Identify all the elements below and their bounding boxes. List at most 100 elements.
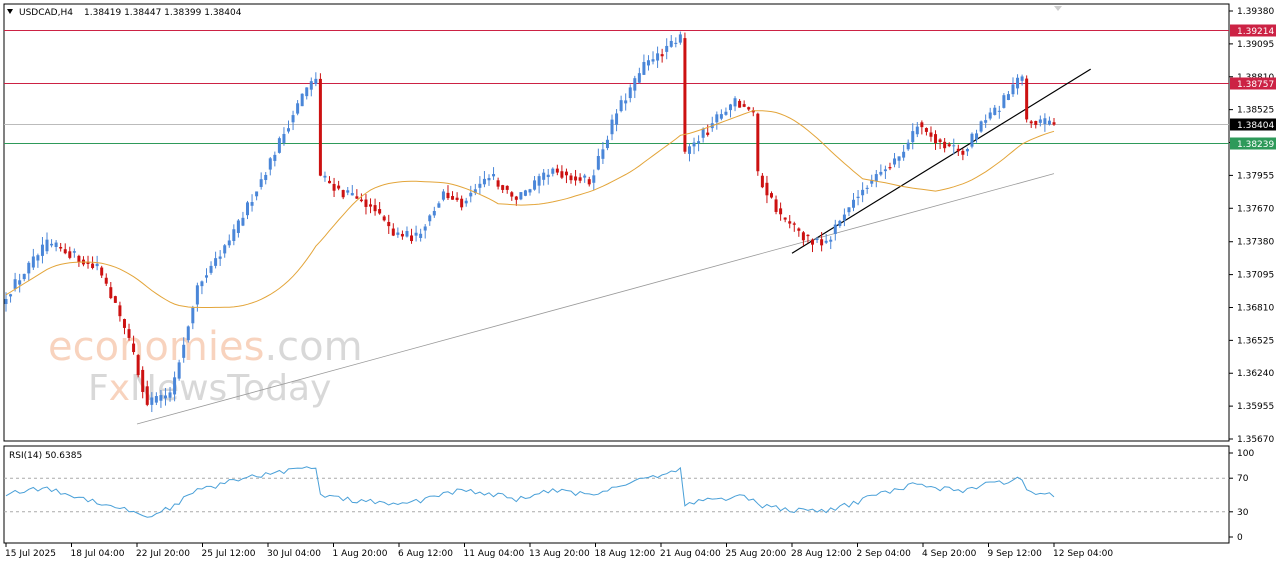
candle-bullish xyxy=(227,240,231,246)
candle-bullish xyxy=(36,255,40,261)
candle-bullish xyxy=(728,104,732,111)
candle-bullish xyxy=(314,78,318,84)
candle-bullish xyxy=(163,395,167,399)
resistance-upper-label: 1.39214 xyxy=(1237,27,1274,37)
candle-bullish xyxy=(906,142,910,150)
candle-bullish xyxy=(902,151,906,158)
candle-bullish xyxy=(414,232,418,236)
candle-bullish xyxy=(674,42,678,44)
candle-bearish xyxy=(961,150,965,155)
candle-bullish xyxy=(842,214,846,221)
candle-bullish xyxy=(984,120,988,123)
candle-bullish xyxy=(50,243,54,246)
candle-bearish xyxy=(760,175,764,188)
price-tick-label: 1.35955 xyxy=(1237,402,1274,412)
price-axis: 1.393801.390951.388101.385251.382401.379… xyxy=(1229,7,1274,445)
candle-bearish xyxy=(100,267,104,276)
candle-bearish xyxy=(373,205,377,212)
candle-bullish xyxy=(255,191,259,197)
candle-bullish xyxy=(861,189,865,196)
symbol-label: USDCAD,H4 xyxy=(19,8,73,18)
candle-bullish xyxy=(615,113,619,125)
candle-bullish xyxy=(656,53,660,61)
candle-bearish xyxy=(578,177,582,181)
candle-bullish xyxy=(204,275,208,278)
candle-bullish xyxy=(975,133,979,140)
candle-bullish xyxy=(13,279,17,289)
candle-bearish xyxy=(460,198,464,208)
candle-bullish xyxy=(291,115,295,123)
candle-bullish xyxy=(95,263,99,267)
candle-bullish xyxy=(54,242,58,247)
candle-bullish xyxy=(893,158,897,165)
candle-bearish xyxy=(341,190,345,198)
candle-bullish xyxy=(168,392,172,398)
candle-bullish xyxy=(296,103,300,114)
candle-bullish xyxy=(45,239,49,252)
candle-bullish xyxy=(865,187,869,189)
candle-bullish xyxy=(815,238,819,240)
candle-bearish xyxy=(391,228,395,236)
candle-bullish xyxy=(592,175,596,183)
candle-bullish xyxy=(159,395,163,401)
candle-bullish xyxy=(469,192,473,197)
candle-bullish xyxy=(701,128,705,138)
price-tick-label: 1.39095 xyxy=(1237,40,1274,50)
time-tick-label: 25 Aug 20:00 xyxy=(726,549,787,559)
candle-bullish xyxy=(687,146,691,154)
candle-bearish xyxy=(788,221,792,224)
watermark: economies.com FxNewsToday xyxy=(48,324,363,409)
candle-bearish xyxy=(63,249,67,254)
candle-bearish xyxy=(68,251,72,258)
candle-bearish xyxy=(132,343,136,353)
candle-bearish xyxy=(569,175,573,181)
candle-bearish xyxy=(1029,121,1033,124)
candle-bullish xyxy=(419,233,423,238)
time-tick-label: 6 Aug 12:00 xyxy=(398,549,453,559)
candle-bullish xyxy=(824,240,828,243)
candle-bearish xyxy=(943,141,947,149)
candle-bullish xyxy=(428,215,432,222)
candle-bullish xyxy=(18,280,22,285)
candle-bullish xyxy=(214,258,218,266)
candle-bullish xyxy=(583,175,587,178)
candle-bullish xyxy=(259,179,263,187)
price-tick-label: 1.36525 xyxy=(1237,336,1274,346)
candle-bullish xyxy=(915,126,919,135)
candle-bullish xyxy=(268,158,272,170)
candle-bullish xyxy=(277,138,281,153)
candle-bearish xyxy=(332,183,336,191)
candle-bearish xyxy=(359,199,363,202)
candle-bullish xyxy=(195,285,199,305)
candle-bearish xyxy=(801,232,805,241)
candle-bullish xyxy=(241,217,245,226)
candle-bullish xyxy=(396,232,400,235)
candle-bullish xyxy=(715,114,719,123)
candle-bullish xyxy=(952,145,956,147)
watermark-economies: economies xyxy=(48,324,264,370)
candle-bearish xyxy=(774,199,778,212)
candle-bearish xyxy=(127,329,131,338)
candle-bullish xyxy=(970,133,974,147)
time-tick-label: 22 Jul 20:00 xyxy=(136,549,190,559)
candle-bearish xyxy=(1025,78,1029,120)
time-tick-label: 9 Sep 12:00 xyxy=(988,549,1043,559)
candle-bullish xyxy=(154,396,158,403)
chart-area: economies.com FxNewsToday 1.39380 1.39095… xyxy=(3,3,1276,559)
time-axis: 15 Jul 2025 18 Jul 04:00 22 Jul 20:00 25 Ju… xyxy=(5,543,1113,559)
candle-bullish xyxy=(432,210,436,216)
price-tick-label: 1.35670 xyxy=(1237,435,1274,445)
time-tick-label: 18 Jul 04:00 xyxy=(71,549,125,559)
candle-bullish xyxy=(724,111,728,115)
candle-bullish xyxy=(441,191,445,200)
candle-bullish xyxy=(1020,76,1024,81)
candle-bullish xyxy=(651,59,655,62)
time-tick-label: 12 Sep 04:00 xyxy=(1053,549,1113,559)
svg-text:FxNewsToday: FxNewsToday xyxy=(88,368,331,409)
candle-bullish xyxy=(218,256,222,259)
candle-bullish xyxy=(245,202,249,216)
candle-bullish xyxy=(852,199,856,208)
candle-bullish xyxy=(173,377,177,395)
candle-bullish xyxy=(300,93,304,107)
candle-bearish xyxy=(938,139,942,142)
